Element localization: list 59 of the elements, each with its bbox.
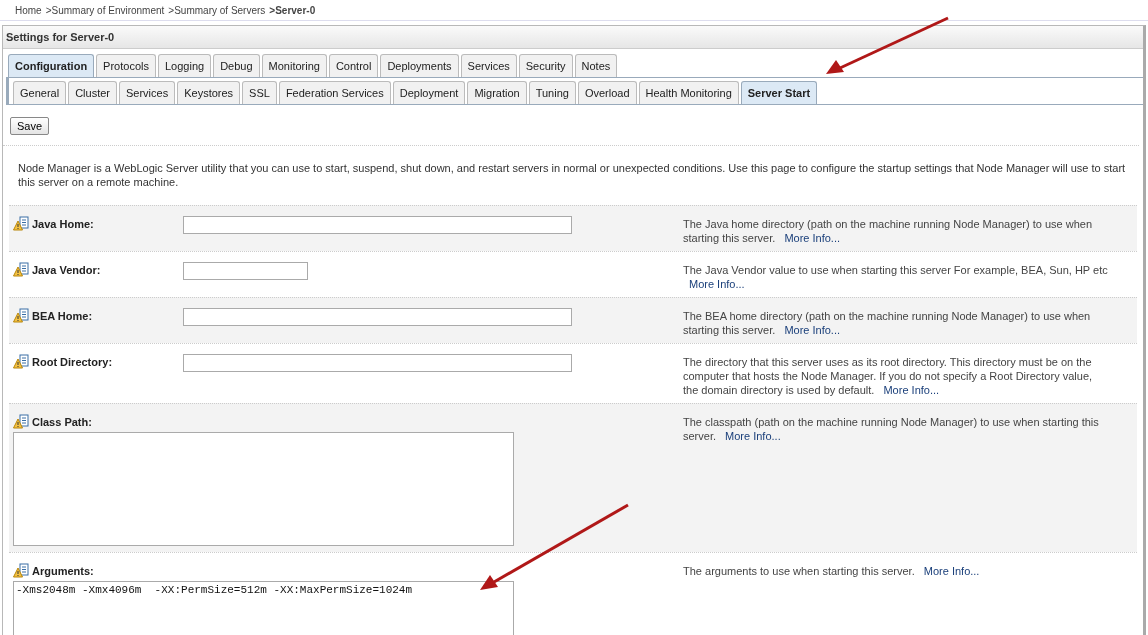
more-info-link[interactable]: More Info... xyxy=(883,384,940,396)
help-text: The Java Vendor value to use when starting this server For example, BEA, Sun, HP etc More Info... xyxy=(683,263,1108,291)
help-text: The arguments to use when starting this server. More Info... xyxy=(683,564,981,579)
tab[interactable]: Services xyxy=(460,54,517,77)
field-label: Java Vendor: xyxy=(32,264,101,276)
subtab[interactable]: Migration xyxy=(467,81,527,104)
tab[interactable]: Debug xyxy=(213,54,260,77)
help-text: The Java home directory (path on the machine running Node Manager) to use when starting this server. More Info... xyxy=(683,217,1094,245)
help-text: The BEA home directory (path on the machine running Node Manager) to use when starting this server. More Info... xyxy=(683,309,1092,337)
tab[interactable]: Logging xyxy=(157,54,212,77)
tab[interactable]: Control xyxy=(328,54,379,77)
help-text: The classpath (path on the machine running Node Manager) to use when starting this server. More Info... xyxy=(683,415,1100,444)
input-field[interactable] xyxy=(183,308,572,326)
tab[interactable]: Deployments xyxy=(380,54,459,77)
warning-icon xyxy=(13,308,29,324)
subtab[interactable]: Overload xyxy=(577,81,637,104)
text-area[interactable]: -Xms2048m -Xmx4096m -XX:PermSize=512m -XX:MaxPermSize=1024m xyxy=(13,581,514,635)
subtab[interactable]: Cluster xyxy=(68,81,117,104)
subtab[interactable]: Tuning xyxy=(528,81,576,104)
input-field[interactable] xyxy=(183,216,572,234)
more-info-link[interactable]: More Info... xyxy=(689,278,745,290)
tab[interactable]: Notes xyxy=(574,54,618,77)
tab[interactable]: Security xyxy=(518,54,573,77)
field-label: Java Home: xyxy=(32,218,94,230)
breadcrumb-link[interactable]: >Summary of Environment xyxy=(45,4,165,16)
save-button[interactable]: Save xyxy=(10,117,50,135)
subtab[interactable]: Health Monitoring xyxy=(638,81,739,104)
subtab[interactable]: Keystores xyxy=(177,81,241,104)
more-info-link[interactable]: More Info... xyxy=(725,430,781,442)
warning-icon xyxy=(13,563,29,579)
subtab[interactable]: SSL xyxy=(242,81,277,104)
text-area[interactable] xyxy=(13,432,514,546)
warning-icon xyxy=(13,262,29,278)
panel-title: Settings for Server-0 xyxy=(3,26,1143,49)
intro-text: Node Manager is a WebLogic Server utility that you can use to start, suspend, shut down, and restart servers in normal or unexpected conditions. Use this page to configure the startup settings that Node Manager will use to start this server on a remote machine. xyxy=(17,161,1127,190)
warning-icon xyxy=(13,354,29,370)
subtab[interactable]: Deployment xyxy=(392,81,466,104)
subtab[interactable]: Federation Services xyxy=(278,81,391,104)
field-label: BEA Home: xyxy=(32,310,93,322)
warning-icon xyxy=(13,414,29,430)
subtab[interactable]: Services xyxy=(119,81,176,104)
subtab[interactable]: Server Start xyxy=(740,81,818,104)
tab[interactable]: Monitoring xyxy=(261,54,327,77)
input-field[interactable] xyxy=(183,262,308,280)
breadcrumb-link[interactable]: Home xyxy=(15,4,42,16)
input-field[interactable] xyxy=(183,354,572,372)
warning-icon xyxy=(13,216,29,232)
help-text: The directory that this server uses as its root directory. This directory must be on the computer that hosts the Node Manager. If you do not specify a Root Directory value, the domain directory is used by default. More Info... xyxy=(683,355,1094,397)
field-label: Root Directory: xyxy=(32,356,113,368)
breadcrumb-link[interactable]: >Summary of Servers xyxy=(168,4,266,16)
more-info-link[interactable]: More Info... xyxy=(923,565,980,577)
field-label: Arguments: xyxy=(32,565,94,577)
field-label: Class Path: xyxy=(32,416,92,428)
breadcrumb-link[interactable]: >Server-0 xyxy=(269,4,316,16)
more-info-link[interactable]: More Info... xyxy=(784,324,840,336)
subtab[interactable]: General xyxy=(13,81,67,104)
more-info-link[interactable]: More Info... xyxy=(784,232,840,244)
tab[interactable]: Configuration xyxy=(8,54,95,77)
tab[interactable]: Protocols xyxy=(96,54,156,77)
